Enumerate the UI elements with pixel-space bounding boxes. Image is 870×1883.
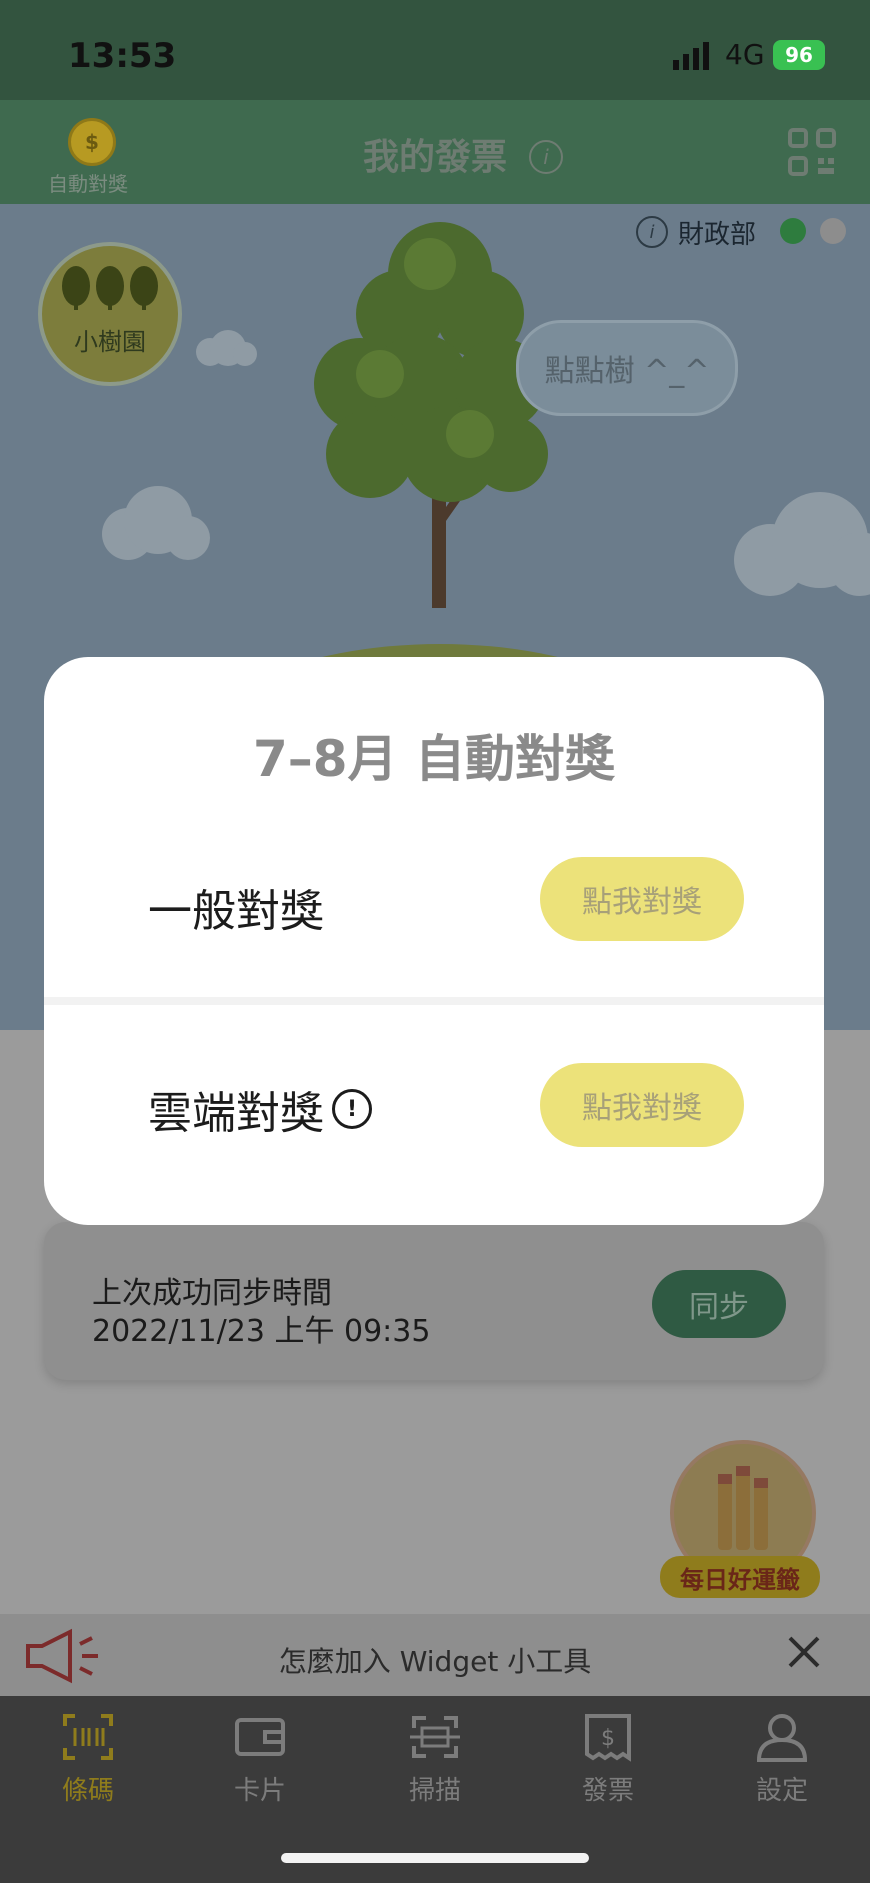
tab-scan[interactable]: 掃描	[380, 1712, 490, 1812]
tab-settings[interactable]: 設定	[727, 1712, 837, 1812]
battery-indicator: 96	[773, 40, 825, 70]
tab-label: 卡片	[233, 1776, 286, 1806]
cloud-redeem-label: 雲端對獎	[148, 1088, 324, 1139]
signal-icon	[673, 42, 709, 70]
grove-button[interactable]	[38, 242, 182, 386]
status-dot-inactive	[820, 218, 846, 244]
sync-button[interactable]: 同步	[652, 1270, 786, 1338]
network-label: 4G	[725, 38, 765, 71]
cloud-redeem-row: 雲端對獎 !	[148, 1077, 372, 1141]
grove-label: 小樹園	[74, 328, 146, 356]
scan-icon	[410, 1716, 460, 1758]
qr-code-icon[interactable]	[788, 128, 836, 176]
widget-banner-text[interactable]: 怎麼加入 Widget 小工具	[0, 1640, 870, 1680]
speech-bubble-text: 點點樹 ^_^	[544, 354, 710, 389]
auto-redeem-modal: 7–8月 自動對獎 一般對獎 點我對獎 雲端對獎 ! 點我對獎	[44, 657, 824, 1225]
tab-label: 掃描	[408, 1776, 461, 1806]
user-icon	[756, 1714, 808, 1762]
tab-cards[interactable]: 卡片	[205, 1712, 315, 1812]
barcode-icon	[63, 1714, 113, 1760]
receipt-icon: $	[585, 1714, 631, 1762]
fortune-label[interactable]: 每日好運籤	[660, 1556, 820, 1598]
alert-icon[interactable]: !	[332, 1089, 372, 1129]
general-redeem-button[interactable]: 點我對獎	[540, 857, 744, 941]
tab-label: 發票	[581, 1776, 634, 1806]
close-icon[interactable]	[782, 1630, 826, 1674]
finance-ministry-label: 財政部	[678, 220, 757, 250]
trees-icon	[62, 266, 158, 310]
tab-invoices[interactable]: $ 發票	[553, 1712, 663, 1812]
info-icon[interactable]: i	[636, 216, 668, 248]
tab-label: 條碼	[61, 1776, 114, 1806]
tab-label: 設定	[755, 1776, 808, 1806]
tab-barcode[interactable]: 條碼	[33, 1712, 143, 1812]
info-icon[interactable]: i	[529, 140, 563, 174]
general-redeem-label: 一般對獎	[148, 886, 324, 937]
svg-text:$: $	[601, 1726, 615, 1751]
home-indicator[interactable]	[281, 1853, 589, 1863]
divider	[44, 997, 824, 1005]
status-time: 13:53	[68, 36, 177, 76]
battery-level: 96	[785, 43, 813, 67]
page-title: 我的發票	[362, 137, 507, 178]
sync-timestamp: 2022/11/23 上午 09:35	[92, 1314, 431, 1349]
modal-title: 7–8月 自動對獎	[253, 730, 615, 788]
cloud-redeem-button[interactable]: 點我對獎	[540, 1063, 744, 1147]
status-dot-active	[780, 218, 806, 244]
wallet-icon	[235, 1718, 285, 1756]
